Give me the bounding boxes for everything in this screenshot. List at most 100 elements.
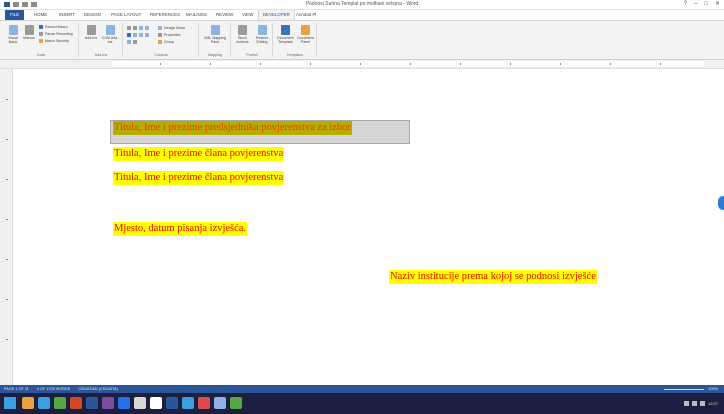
media-icon[interactable] (230, 397, 242, 409)
explorer-icon[interactable] (22, 397, 34, 409)
block-authors-icon (238, 25, 247, 35)
word-document-icon[interactable] (166, 397, 178, 409)
language-indicator[interactable]: CROATIAN (CROATIA) (78, 385, 118, 393)
document-panel-button[interactable]: Document Panel (296, 25, 315, 44)
ruler-tick (360, 63, 361, 65)
tab-references[interactable]: REFERENCES (146, 10, 184, 20)
acrobat-icon[interactable] (198, 397, 210, 409)
group-button[interactable]: Group (158, 40, 174, 44)
ruler-tick (510, 63, 511, 65)
tab-developer[interactable]: DEVELOPER (258, 10, 295, 20)
repeating-section-control-icon[interactable] (127, 40, 131, 44)
ruler-tick (6, 179, 8, 180)
record-macro-icon (39, 25, 43, 29)
zoom-slider[interactable] (664, 388, 705, 390)
tab-view[interactable]: VIEW (238, 10, 257, 20)
rich-text-control-icon[interactable] (127, 26, 131, 30)
visual-basic-button[interactable]: Visual Basic (6, 25, 20, 44)
volume-icon[interactable] (691, 401, 697, 406)
tab-home[interactable]: HOME (30, 10, 51, 20)
minimize-button[interactable]: – (694, 0, 697, 9)
xml-mapping-pane-button[interactable]: XML Mapping Pane (203, 25, 227, 44)
plain-text-control-icon[interactable] (133, 26, 137, 30)
control-palette-row-1 (127, 26, 149, 30)
document-page[interactable]: Titula, Ime i prezime predsjednika povje… (13, 69, 724, 385)
restrict-editing-icon (257, 25, 267, 35)
picture-control-icon[interactable] (139, 26, 143, 30)
document-template-button[interactable]: Document Template (276, 25, 295, 44)
maximize-button[interactable]: □ (704, 0, 708, 9)
tab-file[interactable]: FILE (5, 10, 24, 20)
restrict-editing-button[interactable]: Restrict Editing (253, 25, 271, 44)
powerpoint-icon[interactable] (70, 397, 82, 409)
onenote-icon[interactable] (102, 397, 114, 409)
ruler-tick (660, 63, 661, 65)
title-bar: Podnosi Surina Templat po molbani selspr… (0, 0, 724, 10)
ie-icon[interactable] (38, 397, 50, 409)
ruler-tick (410, 63, 411, 65)
window-controls: ? – □ ✕ (684, 0, 720, 9)
macro-security-button[interactable]: Macro Security (39, 39, 69, 43)
group-label-addins: Add-Ins (94, 53, 108, 57)
scroll-position-indicator[interactable] (718, 196, 724, 210)
chrome-icon[interactable] (134, 397, 146, 409)
zoom-level[interactable]: 100% (708, 385, 718, 393)
macros-icon (24, 25, 34, 35)
vertical-ruler[interactable] (0, 69, 13, 385)
document-line-member-1[interactable]: Titula, Ime i prezime člana povjerenstva (113, 147, 285, 161)
ruler-tick (6, 219, 8, 220)
paint-icon[interactable] (214, 397, 226, 409)
legacy-tools-icon[interactable] (133, 40, 137, 44)
word-icon[interactable] (86, 397, 98, 409)
macros-button[interactable]: Macros (22, 25, 36, 40)
design-mode-button[interactable]: Design Mode (158, 26, 185, 30)
word-count[interactable]: 4 OF 1705 WORDS (37, 385, 71, 393)
ruler-tick (610, 63, 611, 65)
record-macro-button[interactable]: Record Macro (39, 25, 68, 29)
outlook-icon[interactable] (118, 397, 130, 409)
document-line-place-date[interactable]: Mjesto, datum pisanja izvješća. (113, 222, 248, 236)
com-add-ins-button[interactable]: COM Add-Ins (101, 25, 119, 44)
dropdown-control-icon[interactable] (139, 33, 143, 37)
warning-icon (39, 39, 43, 43)
horizontal-ruler[interactable] (0, 60, 724, 69)
start-button[interactable] (4, 397, 16, 409)
block-authors-button[interactable]: Block Authors (234, 25, 251, 44)
page-count[interactable]: PAGE 1 OF 11 (4, 385, 29, 393)
skype-icon[interactable] (182, 397, 194, 409)
excel-icon[interactable] (54, 397, 66, 409)
network-icon[interactable] (683, 401, 689, 406)
pause-recording-button[interactable]: Pause Recording (39, 32, 73, 36)
properties-icon (158, 33, 162, 37)
ruler-tick (460, 63, 461, 65)
tab-mailings[interactable]: MAILINGS (182, 10, 211, 20)
tab-page-layout[interactable]: PAGE LAYOUT (107, 10, 145, 20)
group-label-protect: Protect (246, 53, 258, 57)
document-line-member-2[interactable]: Titula, Ime i prezime člana povjerenstva (113, 171, 285, 185)
checkbox-control-icon[interactable] (127, 33, 131, 37)
group-label-mapping: Mapping (208, 53, 222, 57)
ribbon-group-templates: Document Template Document Panel Templat… (274, 23, 317, 57)
combo-box-control-icon[interactable] (133, 33, 137, 37)
tab-insert[interactable]: INSERT (55, 10, 79, 20)
clock[interactable]: 12:07 (708, 401, 718, 406)
building-block-control-icon[interactable] (145, 26, 149, 30)
document-panel-icon (301, 25, 310, 35)
battery-icon[interactable] (699, 401, 705, 406)
status-bar: PAGE 1 OF 11 4 OF 1705 WORDS CROATIAN (C… (0, 385, 724, 393)
design-mode-icon (158, 26, 162, 30)
close-button[interactable]: ✕ (715, 0, 720, 9)
properties-button[interactable]: Properties (158, 33, 180, 37)
app-icon[interactable] (150, 397, 162, 409)
tab-review[interactable]: REVIEW (212, 10, 237, 20)
ribbon-group-protect: Block Authors Restrict Editing Protect (232, 23, 273, 57)
help-button[interactable]: ? (684, 0, 687, 9)
document-line-chairman[interactable]: Titula, Ime i prezime predsjednika povje… (113, 121, 352, 135)
document-line-institution[interactable]: Naziv institucije prema kojoj se podnosi… (389, 270, 597, 284)
tab-acrobat[interactable]: Acrobat Pl (292, 10, 320, 20)
ruler-tick (210, 63, 211, 65)
tab-design[interactable]: DESIGN (80, 10, 105, 20)
group-label-code: Code (36, 53, 46, 57)
date-picker-control-icon[interactable] (145, 33, 149, 37)
add-ins-button[interactable]: Add-Ins (83, 25, 99, 40)
